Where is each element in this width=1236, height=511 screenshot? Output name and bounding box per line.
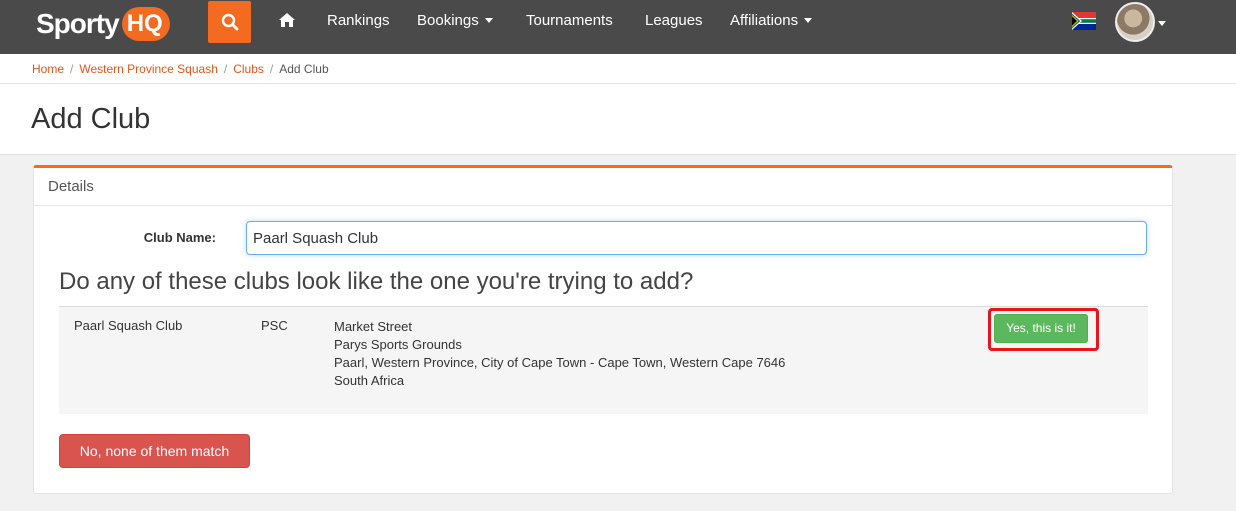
home-icon — [279, 12, 295, 27]
chevron-down-icon[interactable] — [1158, 21, 1166, 26]
breadcrumb-separator: / — [269, 62, 274, 76]
nav-affiliations[interactable]: Affiliations — [730, 0, 813, 42]
logo-text: Sporty — [36, 8, 120, 39]
address-line: South Africa — [334, 373, 405, 388]
nav-bookings[interactable]: Bookings — [417, 0, 493, 42]
south-africa-flag-icon[interactable] — [1072, 12, 1096, 30]
logo-badge: HQ — [121, 7, 170, 41]
sportyhq-logo[interactable]: Sporty HQ — [36, 4, 170, 44]
address-line: Market Street — [334, 319, 413, 334]
breadcrumb-bar: Home / Western Province Squash / Clubs / Add C… — [0, 54, 1236, 84]
breadcrumb-western-province-squash[interactable]: Western Province Squash — [79, 62, 218, 76]
breadcrumb-separator: / — [223, 62, 228, 76]
user-avatar[interactable] — [1115, 2, 1155, 42]
breadcrumb-clubs[interactable]: Clubs — [233, 62, 264, 76]
nav-leagues-label: Leagues — [645, 12, 703, 29]
page-title: Add Club — [31, 103, 151, 135]
top-navbar: Sporty HQ Rankings Bookings Tournaments … — [0, 0, 1236, 54]
match-club-address: Market Street Parys Sports Grounds Paarl… — [334, 318, 785, 390]
chevron-down-icon — [484, 17, 493, 23]
panel-title: Details — [48, 178, 94, 195]
breadcrumb: Home / Western Province Squash / Clubs / Add C… — [32, 62, 329, 76]
nav-rankings-label: Rankings — [327, 12, 390, 29]
address-line: Parys Sports Grounds — [334, 337, 462, 352]
match-club-name: Paarl Squash Club — [74, 318, 183, 333]
nav-tournaments[interactable]: Tournaments — [526, 0, 613, 42]
panel-heading: Details — [34, 168, 1172, 206]
no-match-button[interactable]: No, none of them match — [59, 434, 250, 468]
search-icon — [221, 13, 238, 31]
page-header: Add Club — [0, 84, 1236, 155]
match-club-code: PSC — [261, 318, 288, 333]
match-row: Paarl Squash Club PSC Market Street Pary… — [59, 306, 1148, 414]
chevron-down-icon — [804, 17, 813, 23]
details-panel: Details Club Name: Do any of these clubs… — [33, 165, 1173, 494]
nav-bookings-label: Bookings — [417, 12, 479, 29]
breadcrumb-current: Add Club — [279, 62, 329, 76]
yes-this-is-it-button[interactable]: Yes, this is it! — [994, 314, 1088, 343]
breadcrumb-home[interactable]: Home — [32, 62, 64, 76]
nav-rankings[interactable]: Rankings — [327, 0, 390, 42]
search-button[interactable] — [208, 1, 251, 43]
match-question: Do any of these clubs look like the one … — [59, 268, 694, 295]
nav-leagues[interactable]: Leagues — [645, 0, 703, 42]
address-line: Paarl, Western Province, City of Cape To… — [334, 355, 786, 370]
nav-tournaments-label: Tournaments — [526, 12, 613, 29]
nav-home[interactable] — [278, 0, 296, 42]
breadcrumb-separator: / — [70, 62, 74, 76]
nav-affiliations-label: Affiliations — [730, 12, 799, 29]
club-name-input[interactable] — [246, 221, 1147, 255]
club-name-label: Club Name: — [143, 230, 216, 245]
